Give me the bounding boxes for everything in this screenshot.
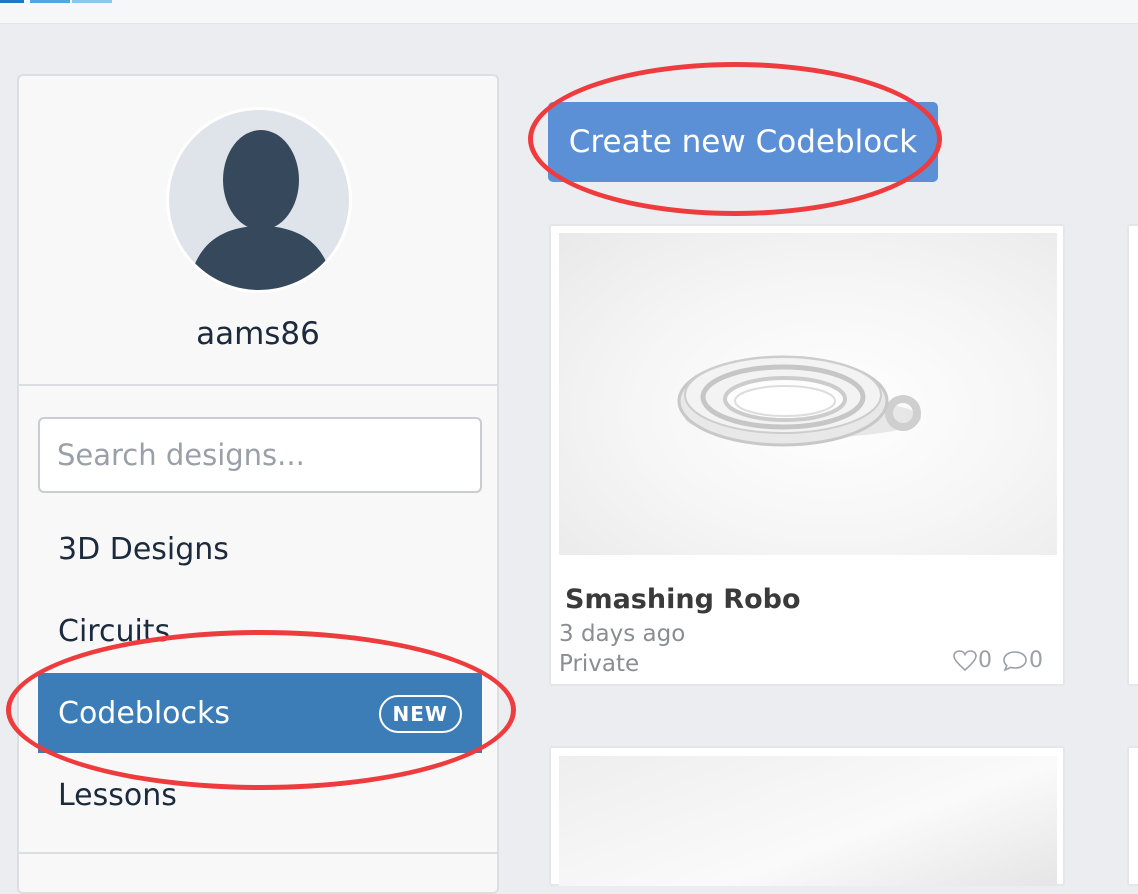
design-card[interactable] — [549, 746, 1065, 886]
avatar[interactable] — [166, 107, 352, 293]
comment-icon — [1003, 650, 1027, 672]
nav-item-3d-designs[interactable]: 3D Designs — [38, 509, 482, 589]
nav-item-label: Circuits — [58, 613, 171, 649]
divider — [19, 384, 497, 386]
design-card[interactable] — [1127, 746, 1138, 886]
comments-stat[interactable]: 0 — [1002, 648, 1043, 673]
heart-icon — [953, 649, 977, 671]
nav-item-label: Lessons — [58, 777, 177, 813]
nav-item-circuits[interactable]: Circuits — [38, 591, 482, 671]
username: aams86 — [196, 316, 320, 352]
nav-item-codeblocks[interactable]: Codeblocks NEW — [38, 673, 482, 753]
divider — [19, 852, 497, 854]
create-codeblock-button[interactable]: Create new Codeblock — [548, 102, 938, 182]
design-thumbnail[interactable] — [559, 756, 1057, 886]
likes-stat[interactable]: 0 — [953, 648, 992, 673]
user-silhouette-icon — [189, 130, 333, 290]
design-date: 3 days ago — [559, 621, 686, 647]
design-privacy: Private — [559, 651, 640, 677]
likes-count: 0 — [978, 648, 992, 673]
top-bar — [0, 0, 1138, 24]
keychain-model-render — [677, 355, 921, 447]
nav-item-lessons[interactable]: Lessons — [38, 755, 482, 835]
search-input[interactable] — [38, 417, 482, 493]
nav-item-label: Codeblocks — [58, 695, 231, 731]
design-title[interactable]: Smashing Robo — [565, 584, 801, 615]
logo-tile — [0, 0, 24, 3]
logo-tile — [72, 0, 112, 3]
nav-item-label: 3D Designs — [58, 531, 229, 567]
design-thumbnail[interactable] — [559, 233, 1057, 555]
new-badge: NEW — [378, 695, 462, 733]
comments-count: 0 — [1029, 648, 1043, 673]
design-card[interactable] — [1127, 224, 1138, 686]
design-stats: 0 0 — [953, 648, 1043, 673]
logo-tile — [30, 0, 70, 3]
design-card[interactable]: Smashing Robo 3 days ago Private 0 0 — [549, 224, 1065, 686]
sidebar: aams86 3D Designs Circuits Codeblocks NE… — [17, 74, 499, 894]
